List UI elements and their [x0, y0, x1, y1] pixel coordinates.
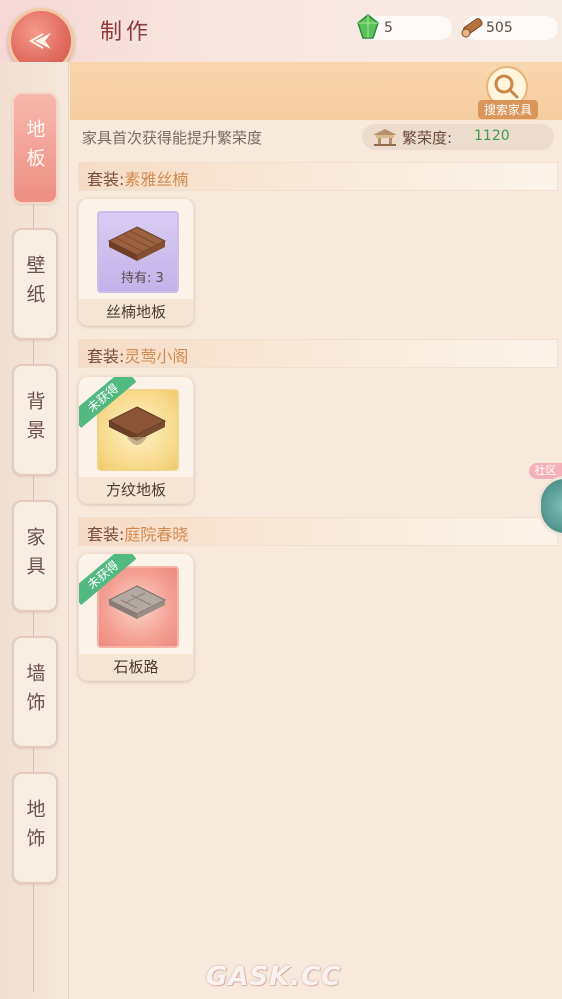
furniture-card[interactable]: 持有: 3 丝楠地板 [78, 198, 194, 326]
item-name: 方纹地板 [79, 477, 193, 503]
suit-name: 灵莺小阁 [124, 347, 189, 366]
top-bar: 制作 5 505 [0, 0, 562, 74]
wood-log-icon [461, 18, 483, 38]
tab-label: 地板 [23, 119, 46, 177]
prosperity-hint: 家具首次获得能提升繁荣度 [82, 129, 263, 147]
furniture-card[interactable]: 未获得 方纹地板 [78, 376, 194, 504]
tab-wall-decor[interactable]: 墙饰 [12, 636, 58, 748]
prosperity-label: 繁荣度: [402, 129, 453, 147]
tab-background[interactable]: 背景 [12, 364, 58, 476]
suit-name: 素雅丝楠 [124, 170, 189, 189]
tab-label: 壁纸 [23, 255, 46, 313]
suit-header: 套装:灵莺小阁 [78, 339, 558, 368]
suit-prefix: 套装: [87, 525, 125, 544]
tab-label: 背景 [23, 391, 46, 449]
stone-path-icon [107, 585, 167, 619]
tab-furniture[interactable]: 家具 [12, 500, 58, 612]
tab-label: 地饰 [23, 799, 46, 857]
suit-prefix: 套装: [87, 170, 125, 189]
wood-counter: 505 [461, 16, 558, 40]
suit-header: 套装:庭院春晓 [78, 517, 558, 546]
tab-wallpaper[interactable]: 壁纸 [12, 228, 58, 340]
page-title: 制作 [100, 20, 153, 45]
search-label: 搜索家具 [478, 100, 538, 119]
gem-counter: 5 [357, 14, 452, 40]
item-thumbnail: 持有: 3 [97, 211, 179, 293]
wood-floor-icon [107, 226, 167, 261]
item-name: 丝楠地板 [79, 299, 193, 325]
tab-label: 家具 [23, 527, 46, 585]
tab-label: 墙饰 [23, 663, 46, 721]
watermark: GASK.CC [206, 962, 342, 992]
gem-count: 5 [384, 20, 393, 36]
pavilion-icon [373, 129, 397, 146]
owned-count: 持有: 3 [121, 271, 164, 286]
tab-floor[interactable]: 地板 [12, 92, 58, 204]
search-furniture-button[interactable]: 搜索家具 [478, 64, 538, 119]
search-icon [494, 74, 519, 99]
square-pattern-floor-icon [107, 406, 167, 445]
suit-prefix: 套装: [87, 347, 125, 366]
suit-header: 套装:素雅丝楠 [78, 162, 558, 191]
item-name: 石板路 [79, 654, 193, 680]
wood-count: 505 [486, 20, 513, 36]
furniture-card[interactable]: 未获得 石板路 [78, 553, 194, 681]
prosperity-value: 1120 [474, 128, 510, 144]
tab-floor-decor[interactable]: 地饰 [12, 772, 58, 884]
prosperity-badge: 繁荣度: 1120 [362, 124, 554, 150]
suit-name: 庭院春晓 [124, 525, 189, 544]
back-arrow-icon [29, 33, 51, 49]
green-gem-icon [357, 14, 379, 39]
